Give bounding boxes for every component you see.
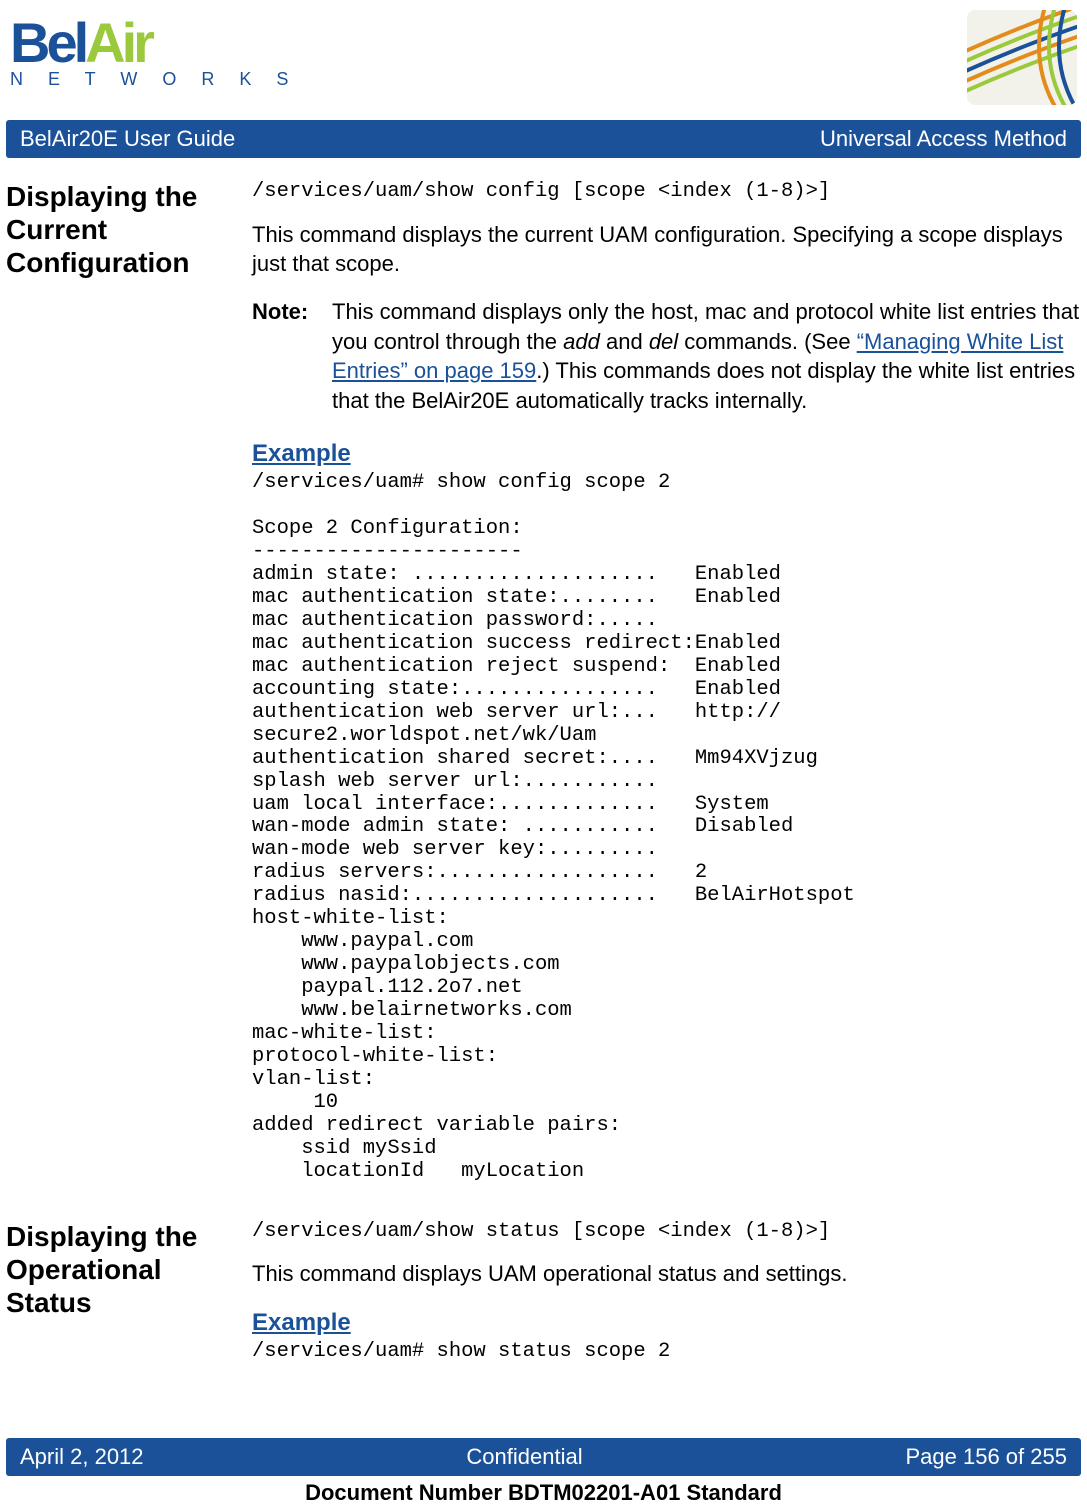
- command-syntax-status: /services/uam/show status [scope <index …: [252, 1218, 1081, 1246]
- footer-bar: April 2, 2012 Confidential Page 156 of 2…: [6, 1438, 1081, 1476]
- note-block: Note: This command displays only the hos…: [252, 297, 1081, 416]
- footer-page: Page 156 of 255: [906, 1444, 1067, 1470]
- note-label: Note:: [252, 297, 332, 416]
- section-heading-status: Displaying the Operational Status: [6, 1218, 246, 1399]
- example-heading-status: Example: [252, 1307, 1081, 1339]
- description-status: This command displays UAM operational st…: [252, 1259, 1081, 1289]
- swirl-icon: [967, 10, 1077, 110]
- example-heading-config: Example: [252, 438, 1081, 470]
- example-output-config: /services/uam# show config scope 2 Scope…: [252, 472, 1081, 1184]
- example-output-status: /services/uam# show status scope 2: [252, 1341, 1081, 1364]
- header-logo-row: BelAir N E T W O R K S: [0, 0, 1087, 120]
- section-heading-config: Displaying the Current Configuration: [6, 178, 246, 1218]
- title-bar: BelAir20E User Guide Universal Access Me…: [6, 120, 1081, 158]
- chapter-title: Universal Access Method: [820, 126, 1067, 152]
- description-config: This command displays the current UAM co…: [252, 220, 1081, 279]
- guide-title: BelAir20E User Guide: [20, 126, 235, 152]
- belair-logo: BelAir N E T W O R K S: [10, 10, 298, 90]
- logo-brand-first: Bel: [10, 11, 85, 74]
- footer-confidential: Confidential: [466, 1444, 582, 1470]
- command-syntax-config: /services/uam/show config [scope <index …: [252, 178, 1081, 206]
- logo-brand-second: Air: [85, 11, 151, 74]
- note-body: This command displays only the host, mac…: [332, 297, 1081, 416]
- document-number: Document Number BDTM02201-A01 Standard: [0, 1480, 1087, 1506]
- footer-date: April 2, 2012: [20, 1444, 144, 1470]
- logo-subtitle: N E T W O R K S: [10, 69, 298, 90]
